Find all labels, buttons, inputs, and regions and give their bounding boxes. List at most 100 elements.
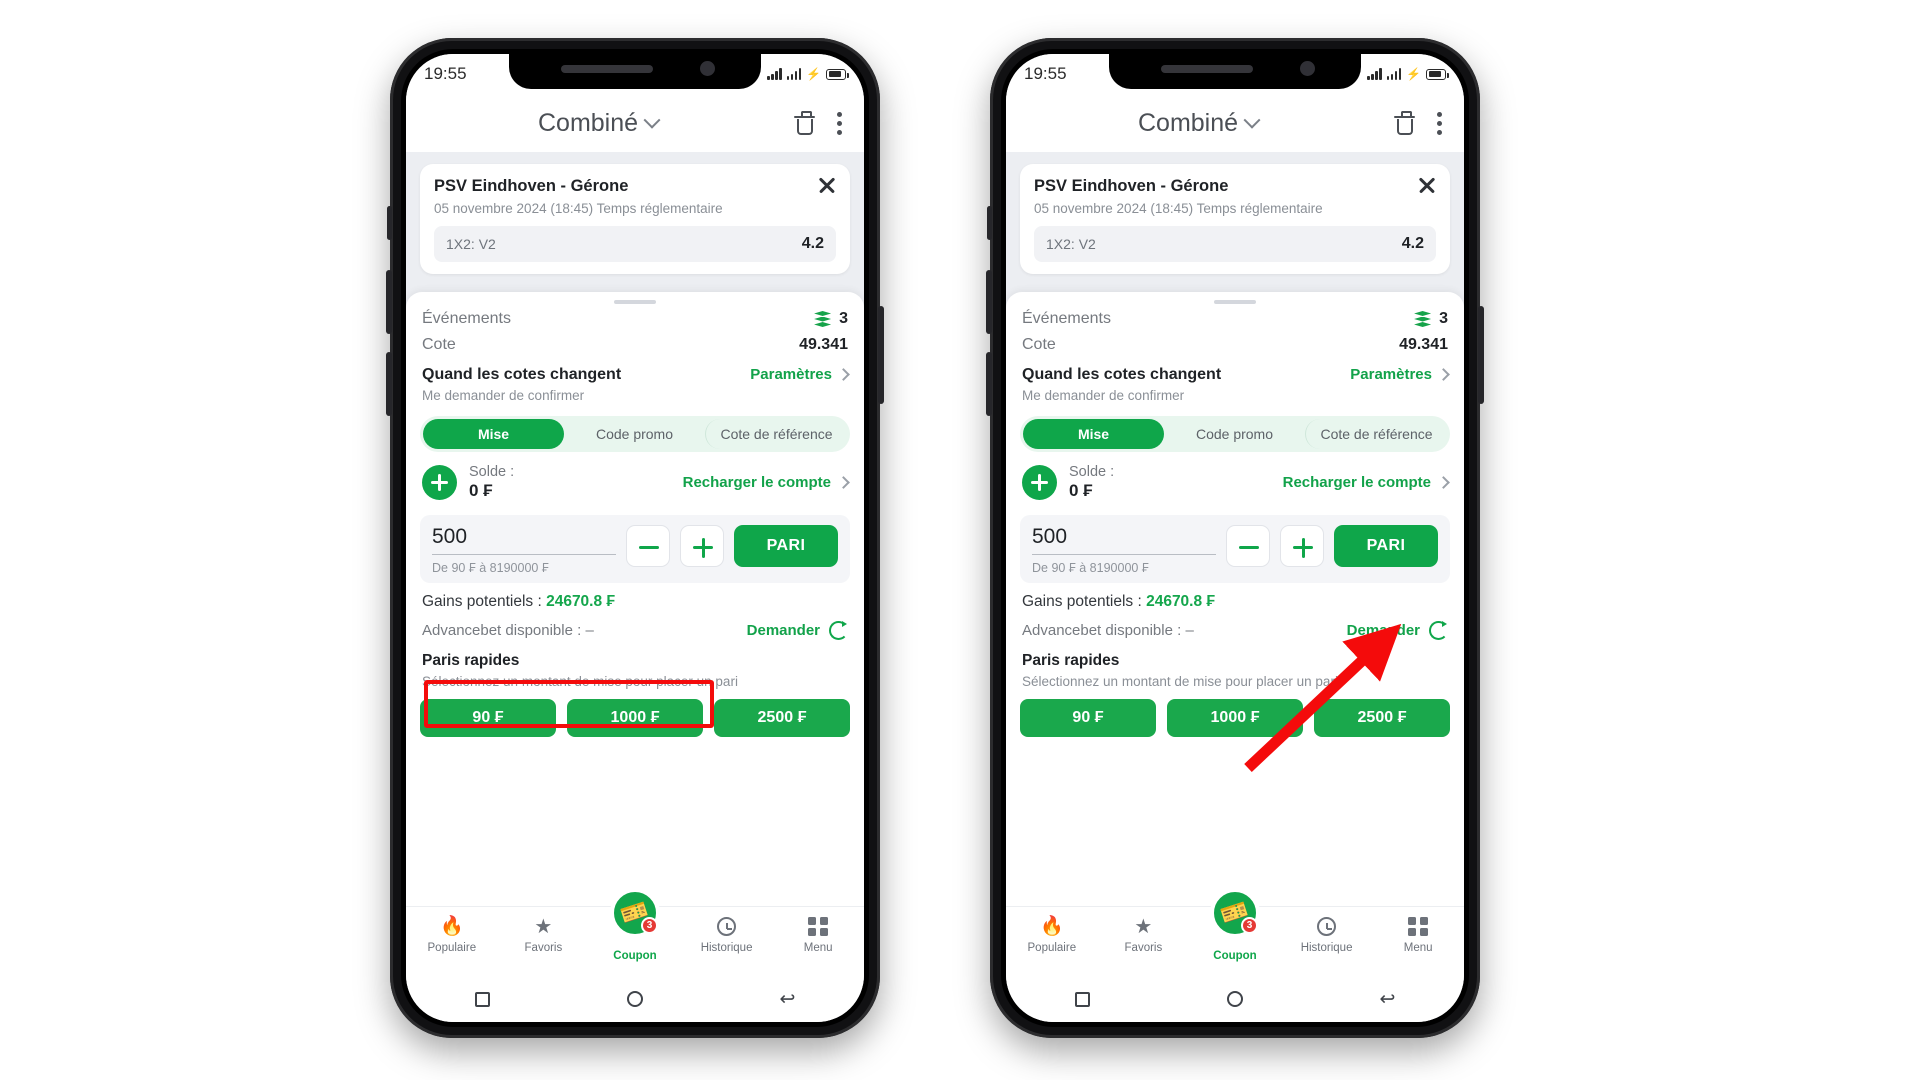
stake-increase-button-2[interactable]	[1280, 525, 1324, 567]
page-title-2[interactable]: Combiné	[1138, 109, 1261, 138]
tab-mise-2[interactable]: Mise	[1023, 419, 1164, 449]
settings-link-2[interactable]: Paramètres	[1350, 366, 1450, 383]
sheet-grabber-2[interactable]	[1214, 300, 1256, 304]
tab-label-menu: Menu	[803, 942, 833, 954]
sidebar-item-historique[interactable]: Historique	[681, 916, 773, 954]
sidebar-item-populaire-2[interactable]: 🔥 Populaire	[1006, 916, 1098, 954]
balance-label: Solde :	[469, 464, 515, 480]
quick-bet-90-2[interactable]: 90 ₣	[1020, 699, 1156, 737]
overflow-menu-button-2[interactable]	[1437, 111, 1442, 135]
event-title-2: PSV Eindhoven - Gérone	[1034, 177, 1229, 195]
quick-bets-subtitle-2: Sélectionnez un montant de mise pour pla…	[1022, 674, 1338, 689]
volume-down-button-2[interactable]	[986, 352, 992, 416]
stake-decrease-button[interactable]	[626, 525, 670, 567]
sidebar-item-populaire[interactable]: 🔥 Populaire	[406, 916, 498, 954]
tab-code-promo[interactable]: Code promo	[564, 419, 705, 449]
event-card[interactable]: PSV Eindhoven - Gérone 05 novembre 2024 …	[420, 164, 850, 274]
phone-screen-right: 19:55 ⚡ Combiné PSV Eindhoven - Gérone 0…	[1006, 54, 1464, 1022]
selection-odd: 4.2	[801, 235, 824, 252]
topup-link[interactable]: Recharger le compte	[682, 474, 850, 491]
stake-input[interactable]: 500	[432, 525, 616, 555]
circle-icon-2[interactable]	[1226, 991, 1243, 1007]
stake-box-2: 500 De 90 ₣ à 8190000 ₣ PARI	[1020, 515, 1450, 583]
status-time-2: 19:55	[1024, 64, 1067, 83]
front-camera-2	[1300, 61, 1315, 76]
bet-slip-sheet-2: Événements 3 Cote 49.341 Quand les cotes…	[1006, 292, 1464, 906]
stake-decrease-button-2[interactable]	[1226, 525, 1270, 567]
power-button-2[interactable]	[1478, 306, 1484, 404]
sidebar-item-menu[interactable]: Menu	[772, 916, 864, 954]
plus-circle-icon[interactable]	[422, 465, 457, 500]
front-camera	[700, 61, 715, 76]
stake-field-2[interactable]: 500 De 90 ₣ à 8190000 ₣	[1032, 525, 1216, 575]
mute-switch-2[interactable]	[987, 206, 992, 240]
tab-cote-reference-2[interactable]: Cote de référence	[1305, 419, 1447, 449]
topup-link-2[interactable]: Recharger le compte	[1283, 474, 1450, 491]
overflow-menu-button[interactable]	[837, 111, 842, 135]
tab-mise[interactable]: Mise	[423, 419, 564, 449]
quick-bet-2500[interactable]: 2500 ₣	[714, 699, 850, 737]
close-icon-2[interactable]	[1417, 175, 1437, 195]
coupon-fab-button-2[interactable]: 🎫 3	[1210, 888, 1260, 938]
stake-increase-button[interactable]	[680, 525, 724, 567]
mode-tabs-2: Mise Code promo Cote de référence	[1020, 416, 1450, 452]
balance-row-2: Solde : 0 ₣ Recharger le compte	[1006, 452, 1464, 511]
close-icon[interactable]	[817, 175, 837, 195]
stake-field[interactable]: 500 De 90 ₣ à 8190000 ₣	[432, 525, 616, 575]
sidebar-item-historique-2[interactable]: Historique	[1281, 916, 1373, 954]
event-selection-row-2[interactable]: 1X2: V2 4.2	[1034, 226, 1436, 262]
settings-link[interactable]: Paramètres	[750, 366, 850, 383]
tab-label-populaire: Populaire	[427, 942, 477, 954]
quick-bet-2500-2[interactable]: 2500 ₣	[1314, 699, 1450, 737]
back-arrow-icon[interactable]: ↩	[780, 990, 796, 1009]
odds-change-subtitle-2: Me demander de confirmer	[1022, 388, 1185, 403]
page-title[interactable]: Combiné	[538, 109, 661, 138]
delete-coupon-button-2[interactable]	[1394, 111, 1415, 135]
phone-screen-left: 19:55 ⚡ Combiné PSV Eindhoven - Gérone 0…	[406, 54, 864, 1022]
circle-icon[interactable]	[626, 991, 643, 1007]
event-selection-row[interactable]: 1X2: V2 4.2	[434, 226, 836, 262]
tab-cote-reference[interactable]: Cote de référence	[705, 419, 847, 449]
events-list-2: PSV Eindhoven - Gérone 05 novembre 2024 …	[1006, 152, 1464, 292]
advancebet-request-button[interactable]: Demander	[747, 621, 848, 640]
app-body: PSV Eindhoven - Gérone 05 novembre 2024 …	[406, 152, 864, 906]
tab-code-promo-2[interactable]: Code promo	[1164, 419, 1305, 449]
advancebet-request-button-2[interactable]: Demander	[1347, 621, 1448, 640]
quick-bet-1000-2[interactable]: 1000 ₣	[1167, 699, 1303, 737]
power-button[interactable]	[878, 306, 884, 404]
sidebar-item-favoris-2[interactable]: ★ Favoris	[1098, 916, 1190, 955]
potential-gains-label-2: Gains potentiels :	[1022, 593, 1147, 610]
square-icon[interactable]	[474, 991, 490, 1007]
sidebar-item-favoris[interactable]: ★ Favoris	[498, 916, 590, 955]
event-card-2[interactable]: PSV Eindhoven - Gérone 05 novembre 2024 …	[1020, 164, 1450, 274]
bet-button-2[interactable]: PARI	[1334, 525, 1438, 567]
odds-label-2: Cote	[1022, 336, 1056, 353]
coupon-fab-button[interactable]: 🎫 3	[610, 888, 660, 938]
balance-info-2: Solde : 0 ₣	[1069, 464, 1114, 501]
mute-switch[interactable]	[387, 206, 392, 240]
balance-info: Solde : 0 ₣	[469, 464, 514, 501]
total-odds-row-2: Cote 49.341	[1006, 332, 1464, 358]
bolt-icon-2: ⚡	[1406, 67, 1421, 81]
tab-label-coupon-2: Coupon	[1213, 950, 1257, 962]
selection-odd-2: 4.2	[1401, 235, 1424, 252]
stake-input-2[interactable]: 500	[1032, 525, 1216, 555]
balance-label-2: Solde :	[1069, 464, 1115, 480]
sheet-grabber[interactable]	[614, 300, 656, 304]
odds-change-text: Quand les cotes changent Me demander de …	[422, 366, 621, 403]
topup-label: Recharger le compte	[682, 474, 831, 491]
delete-coupon-button[interactable]	[794, 111, 815, 135]
back-arrow-icon-2[interactable]: ↩	[1380, 990, 1396, 1009]
plus-circle-icon-2[interactable]	[1022, 465, 1057, 500]
bet-button[interactable]: PARI	[734, 525, 838, 567]
sidebar-item-menu-2[interactable]: Menu	[1372, 916, 1464, 954]
clock-icon-2	[1316, 916, 1337, 937]
volume-up-button[interactable]	[386, 270, 392, 334]
earpiece-speaker-2	[1161, 65, 1253, 73]
balance-row: Solde : 0 ₣ Recharger le compte	[406, 452, 864, 511]
events-count: 3	[839, 310, 848, 327]
square-icon-2[interactable]	[1074, 991, 1090, 1007]
volume-down-button[interactable]	[386, 352, 392, 416]
volume-up-button-2[interactable]	[986, 270, 992, 334]
bottom-tabbar-2: 🔥 Populaire ★ Favoris Coupon Historique	[1006, 888, 1464, 976]
